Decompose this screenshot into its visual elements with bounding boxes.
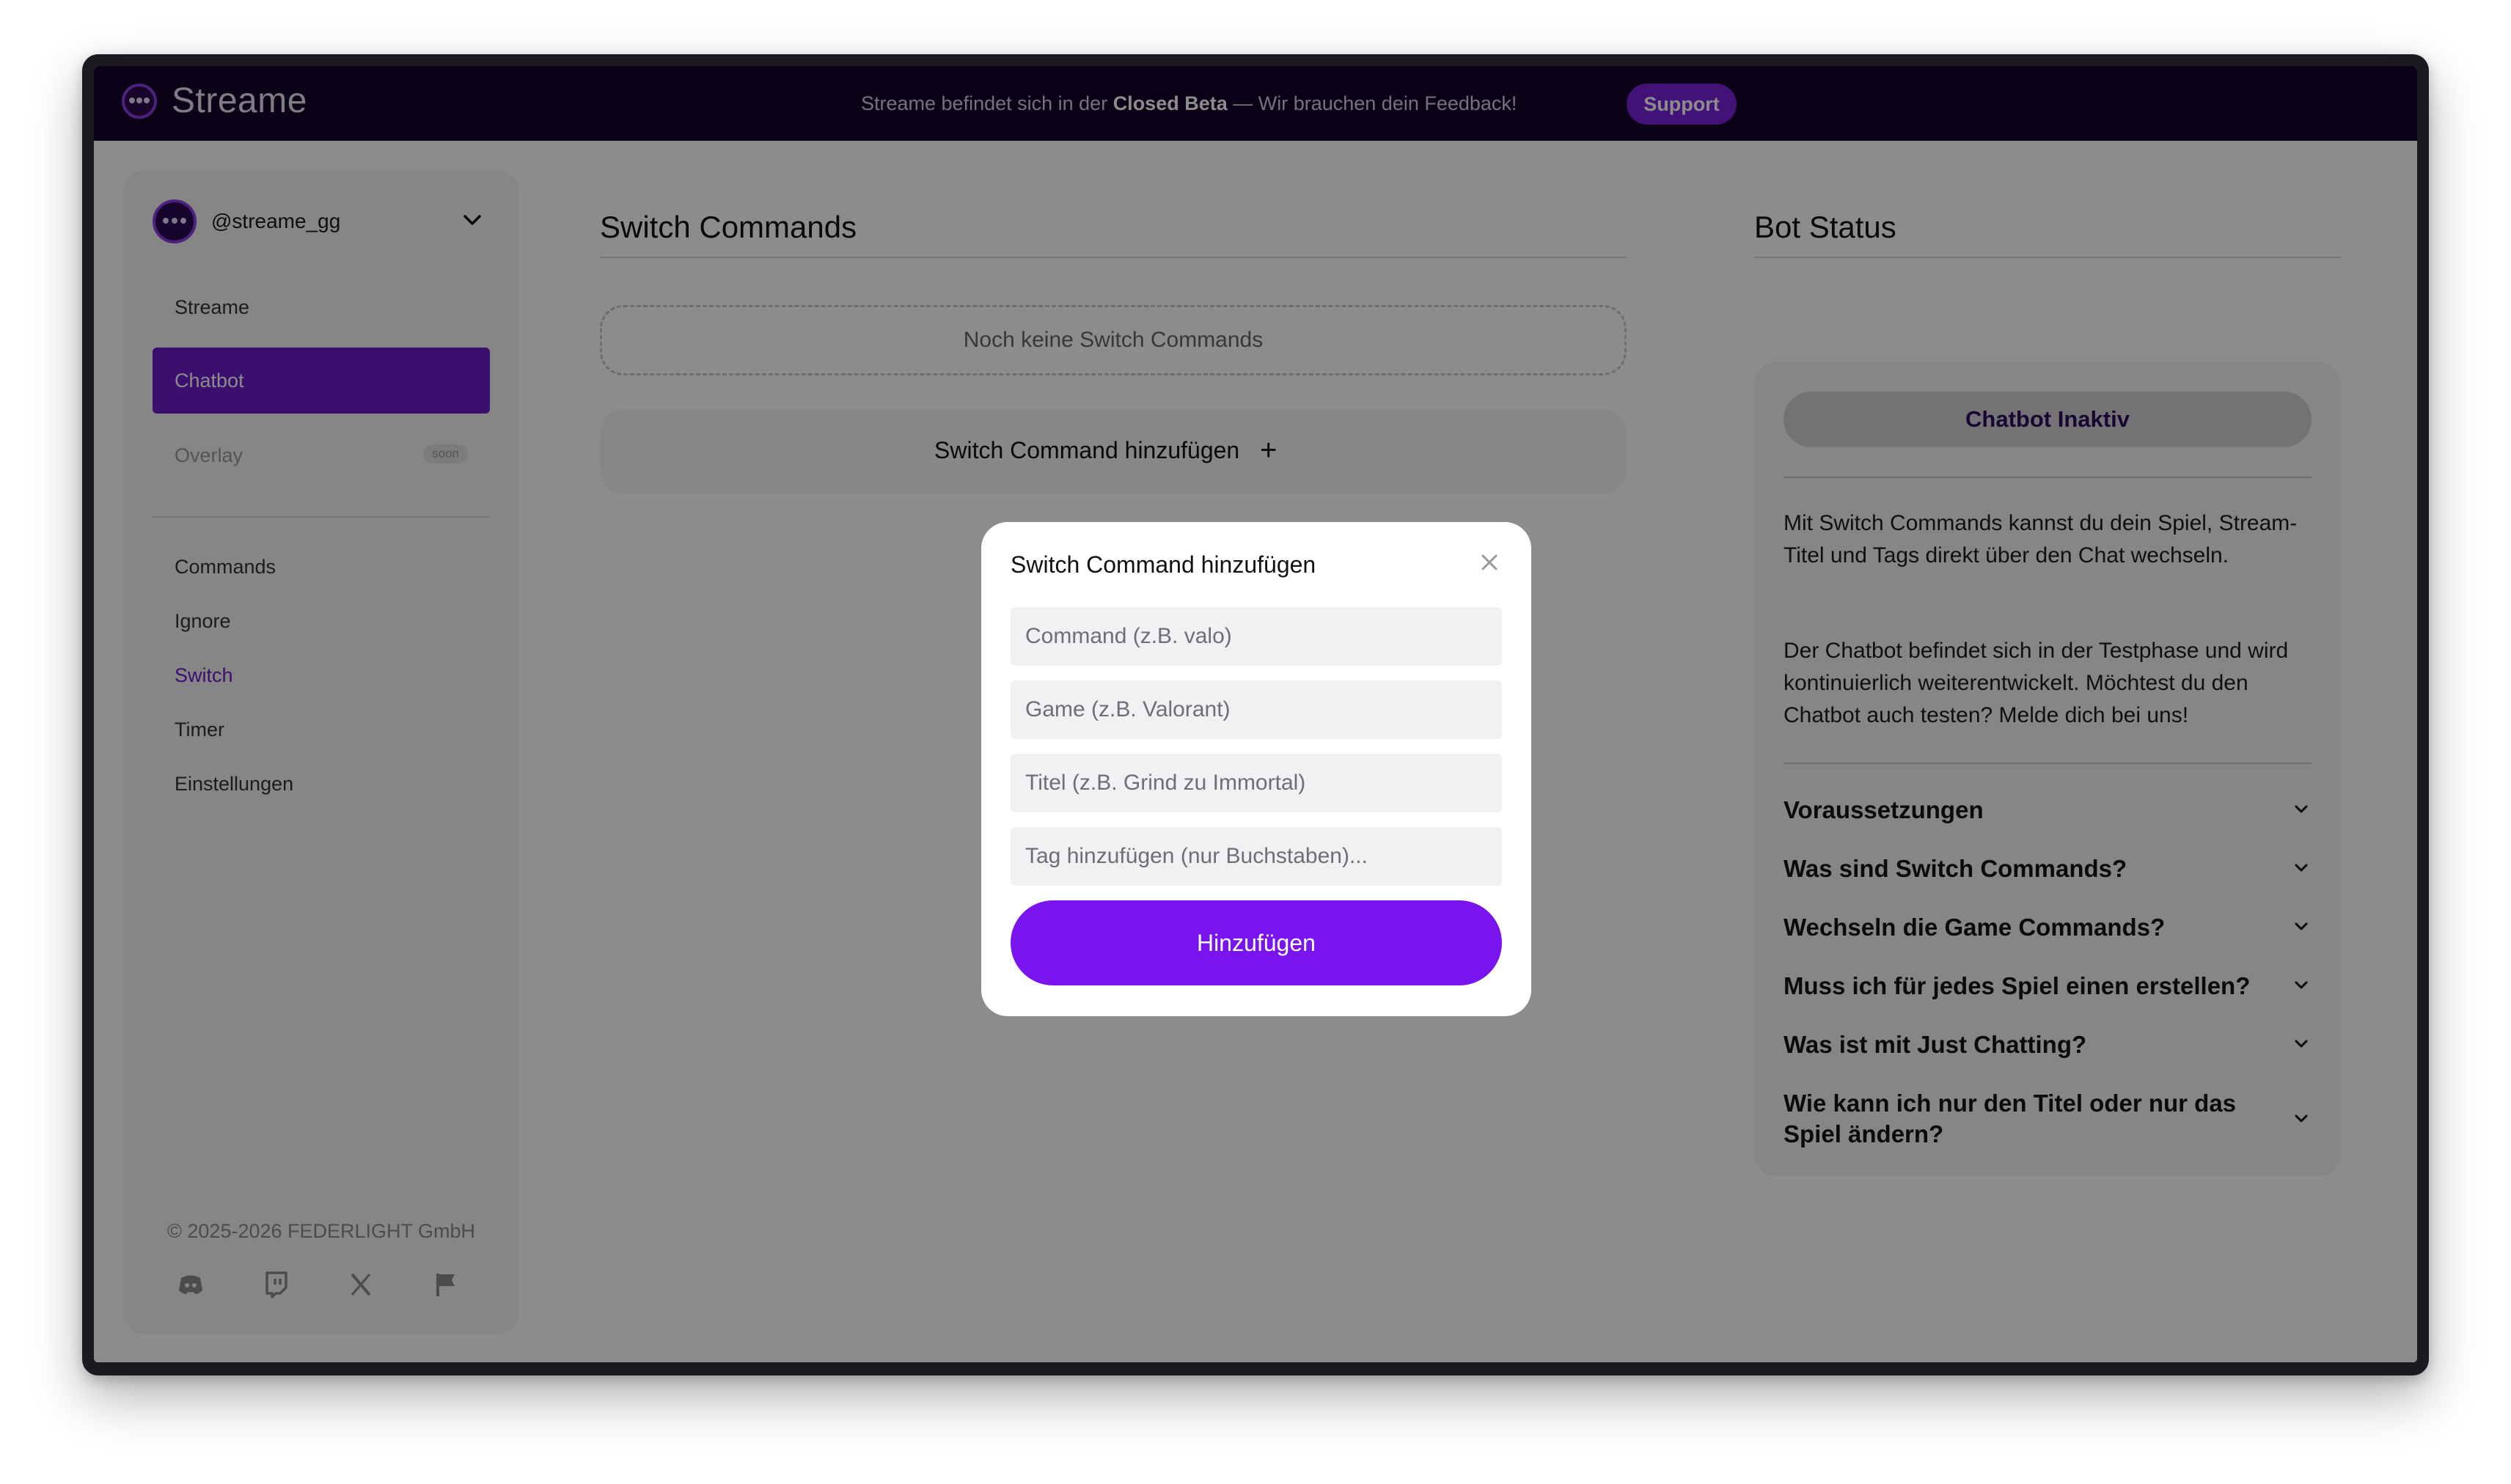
command-input[interactable] <box>1011 607 1502 666</box>
add-switch-command-modal: Switch Command hinzufügen Hinzufügen <box>981 522 1531 1016</box>
app-window: Streame Streame befindet sich in der Clo… <box>82 54 2429 1375</box>
modal-title: Switch Command hinzufügen <box>1011 551 1316 578</box>
game-input[interactable] <box>1011 680 1502 739</box>
screen: Streame Streame befindet sich in der Clo… <box>94 66 2417 1362</box>
close-icon[interactable] <box>1477 550 1502 575</box>
title-input[interactable] <box>1011 754 1502 812</box>
tag-input[interactable] <box>1011 827 1502 886</box>
submit-button[interactable]: Hinzufügen <box>1011 900 1502 985</box>
